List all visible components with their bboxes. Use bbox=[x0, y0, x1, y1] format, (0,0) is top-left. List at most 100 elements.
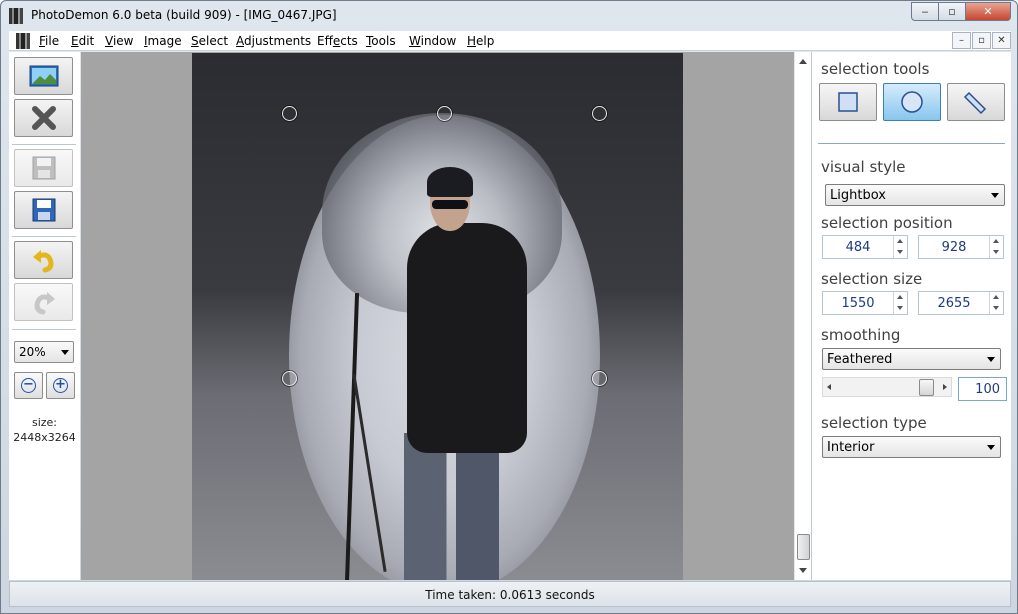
spin-up-icon[interactable] bbox=[897, 239, 903, 243]
vertical-scrollbar[interactable] bbox=[794, 52, 811, 580]
menu-select[interactable]: Select bbox=[191, 34, 228, 48]
spinner-buttons[interactable] bbox=[989, 292, 1003, 314]
canvas-area[interactable] bbox=[81, 52, 811, 580]
selection-position-label: selection position bbox=[821, 214, 953, 232]
doc-restore-button[interactable]: ▫ bbox=[972, 32, 991, 49]
chevron-down-icon bbox=[61, 350, 69, 355]
spin-down-icon[interactable] bbox=[993, 306, 999, 310]
visual-style-value: Lightbox bbox=[830, 188, 886, 203]
maximize-icon: ▫ bbox=[948, 5, 956, 18]
smoothing-label: smoothing bbox=[821, 326, 901, 344]
toolbar-divider bbox=[12, 236, 76, 237]
panel-divider bbox=[818, 143, 1005, 144]
save-as-button[interactable] bbox=[14, 191, 73, 229]
menu-view[interactable]: View bbox=[105, 34, 133, 48]
minimize-button[interactable]: ‒ bbox=[911, 2, 939, 21]
toolbar-divider bbox=[12, 329, 76, 330]
open-image-icon bbox=[29, 65, 58, 87]
spinner-buttons[interactable] bbox=[893, 292, 907, 314]
menu-help[interactable]: Help bbox=[467, 34, 494, 48]
menu-edit[interactable]: Edit bbox=[71, 34, 94, 48]
close-icon: ✕ bbox=[983, 5, 993, 18]
doc-close-button[interactable]: ✕ bbox=[992, 32, 1011, 49]
menu-file[interactable]: File bbox=[39, 34, 59, 48]
selection-options-panel: selection tools visual style Lightbox se… bbox=[811, 52, 1011, 580]
size-width-value: 1550 bbox=[841, 296, 875, 311]
redo-button[interactable] bbox=[14, 283, 73, 321]
feather-value-input[interactable]: 100 bbox=[958, 377, 1007, 401]
scroll-thumb[interactable] bbox=[797, 534, 810, 560]
position-x-spinner[interactable]: 484 bbox=[822, 235, 908, 259]
size-height-spinner[interactable]: 2655 bbox=[918, 291, 1004, 315]
spin-up-icon[interactable] bbox=[993, 239, 999, 243]
document-icon[interactable] bbox=[16, 33, 30, 49]
menu-effects[interactable]: Effects bbox=[317, 34, 358, 48]
line-selection-button[interactable] bbox=[947, 83, 1005, 121]
maximize-button[interactable]: ▫ bbox=[938, 2, 966, 21]
toolbar-divider bbox=[12, 144, 76, 145]
feather-slider[interactable] bbox=[822, 377, 952, 397]
spin-up-icon[interactable] bbox=[993, 295, 999, 299]
undo-button[interactable] bbox=[14, 241, 73, 279]
person-hat bbox=[427, 167, 473, 197]
menu-image[interactable]: Image bbox=[144, 34, 182, 48]
size-width-spinner[interactable]: 1550 bbox=[822, 291, 908, 315]
selection-handle-top-left[interactable] bbox=[282, 106, 297, 121]
zoom-in-icon: + bbox=[53, 378, 68, 393]
doc-minimize-button[interactable]: – bbox=[952, 32, 971, 49]
close-image-button[interactable] bbox=[14, 99, 73, 137]
elliptical-selection-button[interactable] bbox=[883, 83, 941, 121]
spin-up-icon[interactable] bbox=[897, 295, 903, 299]
photo-canvas[interactable] bbox=[192, 53, 683, 580]
scroll-down-icon[interactable] bbox=[799, 568, 807, 573]
chevron-down-icon bbox=[987, 357, 995, 362]
zoom-dropdown[interactable]: 20% bbox=[14, 341, 74, 363]
size-height-value: 2655 bbox=[937, 296, 971, 311]
smoothing-dropdown[interactable]: Feathered bbox=[822, 348, 1001, 370]
slider-right-arrow-icon[interactable] bbox=[943, 384, 947, 390]
selection-type-value: Interior bbox=[827, 440, 875, 455]
left-toolbar: 20% − + size: 2448x3264 bbox=[9, 52, 80, 580]
selection-handle-right[interactable] bbox=[592, 371, 607, 386]
visual-style-label: visual style bbox=[821, 158, 906, 176]
selection-handle-left[interactable] bbox=[282, 371, 297, 386]
minimize-icon: ‒ bbox=[921, 5, 929, 18]
spin-down-icon[interactable] bbox=[993, 250, 999, 254]
menu-tools[interactable]: Tools bbox=[366, 34, 396, 48]
scroll-up-icon[interactable] bbox=[799, 59, 807, 64]
slider-left-arrow-icon[interactable] bbox=[827, 384, 831, 390]
line-selection-icon bbox=[963, 91, 987, 115]
floppy-disk-save-as-icon bbox=[32, 198, 55, 222]
selection-tools-label: selection tools bbox=[821, 60, 930, 78]
rectangle-selection-icon bbox=[838, 92, 858, 112]
rectangular-selection-button[interactable] bbox=[819, 83, 877, 121]
document-window-controls: – ▫ ✕ bbox=[951, 32, 1011, 49]
chevron-down-icon bbox=[991, 193, 999, 198]
zoom-out-icon: − bbox=[21, 378, 36, 393]
spinner-buttons[interactable] bbox=[893, 236, 907, 258]
menu-bar: File Edit View Image Select Adjustments … bbox=[9, 31, 1011, 51]
floppy-disk-icon bbox=[32, 156, 55, 180]
spin-down-icon[interactable] bbox=[897, 306, 903, 310]
visual-style-dropdown[interactable]: Lightbox bbox=[825, 184, 1005, 206]
status-text: Time taken: 0.0613 seconds bbox=[425, 588, 595, 602]
selection-handle-top[interactable] bbox=[437, 106, 452, 121]
smoothing-value: Feathered bbox=[827, 352, 893, 367]
person-sunglasses bbox=[432, 200, 468, 209]
selection-type-label: selection type bbox=[821, 414, 927, 432]
close-button[interactable]: ✕ bbox=[965, 2, 1011, 21]
menu-window[interactable]: Window bbox=[409, 34, 456, 48]
open-image-button[interactable] bbox=[14, 57, 73, 95]
app-icon bbox=[9, 8, 23, 24]
save-button[interactable] bbox=[14, 149, 73, 187]
position-y-spinner[interactable]: 928 bbox=[918, 235, 1004, 259]
selection-handle-top-right[interactable] bbox=[592, 106, 607, 121]
status-bar: Time taken: 0.0613 seconds bbox=[9, 581, 1011, 607]
slider-thumb[interactable] bbox=[919, 379, 934, 396]
menu-adjustments[interactable]: Adjustments bbox=[236, 34, 311, 48]
zoom-out-button[interactable]: − bbox=[14, 372, 43, 399]
spin-down-icon[interactable] bbox=[897, 250, 903, 254]
zoom-in-button[interactable]: + bbox=[46, 372, 75, 399]
selection-type-dropdown[interactable]: Interior bbox=[822, 436, 1001, 458]
spinner-buttons[interactable] bbox=[989, 236, 1003, 258]
